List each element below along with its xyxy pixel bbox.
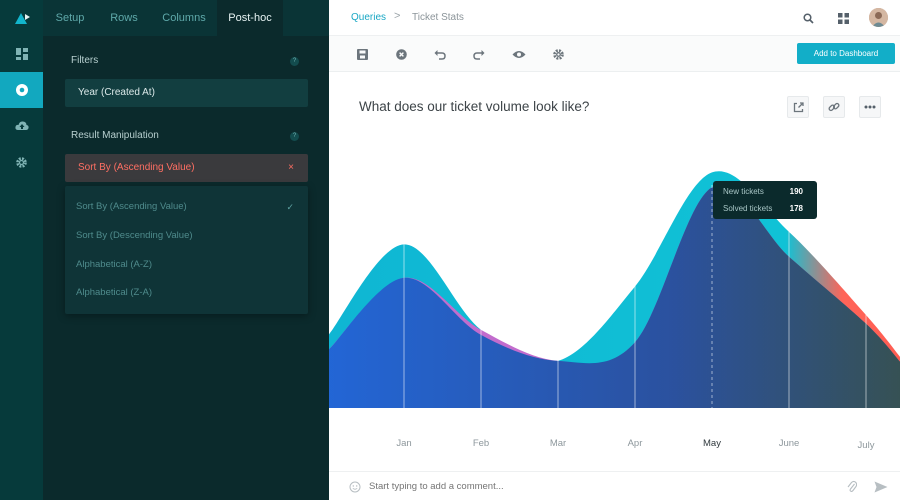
tab-rows[interactable]: Rows xyxy=(97,0,151,36)
x-tick-label: May xyxy=(703,438,721,449)
preview-eye-icon[interactable] xyxy=(510,45,528,63)
gear-icon[interactable] xyxy=(0,144,43,180)
x-axis-labels: Jan Feb Mar Apr May June July xyxy=(396,438,874,451)
comment-input[interactable] xyxy=(369,478,789,494)
remove-sort-icon[interactable]: × xyxy=(288,154,294,182)
result-help-icon[interactable]: ? xyxy=(290,132,299,141)
tooltip-new-label: New tickets xyxy=(723,187,764,196)
tooltip-solved-label: Solved tickets xyxy=(723,204,773,213)
apps-grid-icon[interactable] xyxy=(834,9,852,27)
query-hub-icon[interactable] xyxy=(0,72,43,108)
sort-option-label: Sort By (Ascending Value) xyxy=(76,201,187,212)
sort-options-menu: Sort By (Ascending Value) ✓ Sort By (Des… xyxy=(65,186,308,314)
question-title: What does our ticket volume look like? xyxy=(359,99,590,114)
x-tick-label: Feb xyxy=(473,438,489,449)
x-tick-label: June xyxy=(779,438,800,449)
top-header: Queries > Ticket Stats xyxy=(329,0,900,36)
filters-help-icon[interactable]: ? xyxy=(290,57,299,66)
more-options-icon[interactable] xyxy=(859,96,881,118)
result-manipulation-label: Result Manipulation xyxy=(71,130,159,141)
sort-select-label: Sort By (Ascending Value) xyxy=(78,162,195,173)
ticket-volume-chart[interactable]: Jan Feb Mar Apr May June July xyxy=(329,130,900,460)
attachment-icon[interactable] xyxy=(847,480,858,498)
sort-option-alpha-desc[interactable]: Alphabetical (Z-A) xyxy=(65,279,308,307)
main-area: Queries > Ticket Stats Add to Dashboard … xyxy=(329,0,900,500)
filter-year-created-at[interactable]: Year (Created At) xyxy=(65,79,308,107)
filters-label: Filters xyxy=(71,55,99,66)
sort-option-descending[interactable]: Sort By (Descending Value) xyxy=(65,222,308,250)
breadcrumb-separator: > xyxy=(394,10,401,22)
search-icon[interactable] xyxy=(799,9,817,27)
send-icon[interactable] xyxy=(874,480,888,498)
chart-tooltip: New tickets 190 Solved tickets 178 xyxy=(713,181,817,219)
check-icon: ✓ xyxy=(286,202,294,212)
discard-icon[interactable] xyxy=(392,45,410,63)
emoji-icon[interactable] xyxy=(349,480,361,498)
sort-option-ascending[interactable]: Sort By (Ascending Value) ✓ xyxy=(65,193,308,221)
cloud-upload-icon[interactable] xyxy=(0,108,43,144)
query-settings-panel: Setup Rows Columns Post-hoc Filters ? Ye… xyxy=(43,0,329,500)
add-to-dashboard-button[interactable]: Add to Dashboard xyxy=(797,43,895,64)
save-icon[interactable] xyxy=(353,45,371,63)
tab-setup[interactable]: Setup xyxy=(43,0,97,36)
tooltip-new-value: 190 xyxy=(789,187,803,196)
sort-select[interactable]: Sort By (Ascending Value) × xyxy=(65,154,308,182)
comment-bar xyxy=(329,471,900,500)
x-tick-label: Mar xyxy=(550,438,566,449)
panel-tabs: Setup Rows Columns Post-hoc xyxy=(43,0,329,36)
undo-icon[interactable] xyxy=(431,45,449,63)
dashboard-grid-icon[interactable] xyxy=(0,36,43,72)
breadcrumb-current: Ticket Stats xyxy=(412,12,464,23)
link-icon[interactable] xyxy=(823,96,845,118)
brand-logo-icon[interactable] xyxy=(0,0,43,36)
avatar[interactable] xyxy=(869,8,888,27)
x-tick-label: Jan xyxy=(396,438,411,449)
settings-gear-icon[interactable] xyxy=(549,45,567,63)
app-rail xyxy=(0,0,43,500)
tab-post-hoc[interactable]: Post-hoc xyxy=(217,0,283,36)
breadcrumb-queries[interactable]: Queries xyxy=(351,12,386,23)
x-tick-label: July xyxy=(858,440,875,451)
sort-option-alpha-asc[interactable]: Alphabetical (A-Z) xyxy=(65,251,308,279)
redo-icon[interactable] xyxy=(470,45,488,63)
x-tick-label: Apr xyxy=(628,438,643,449)
tooltip-solved-value: 178 xyxy=(789,204,803,213)
open-external-icon[interactable] xyxy=(787,96,809,118)
tab-columns[interactable]: Columns xyxy=(151,0,217,36)
